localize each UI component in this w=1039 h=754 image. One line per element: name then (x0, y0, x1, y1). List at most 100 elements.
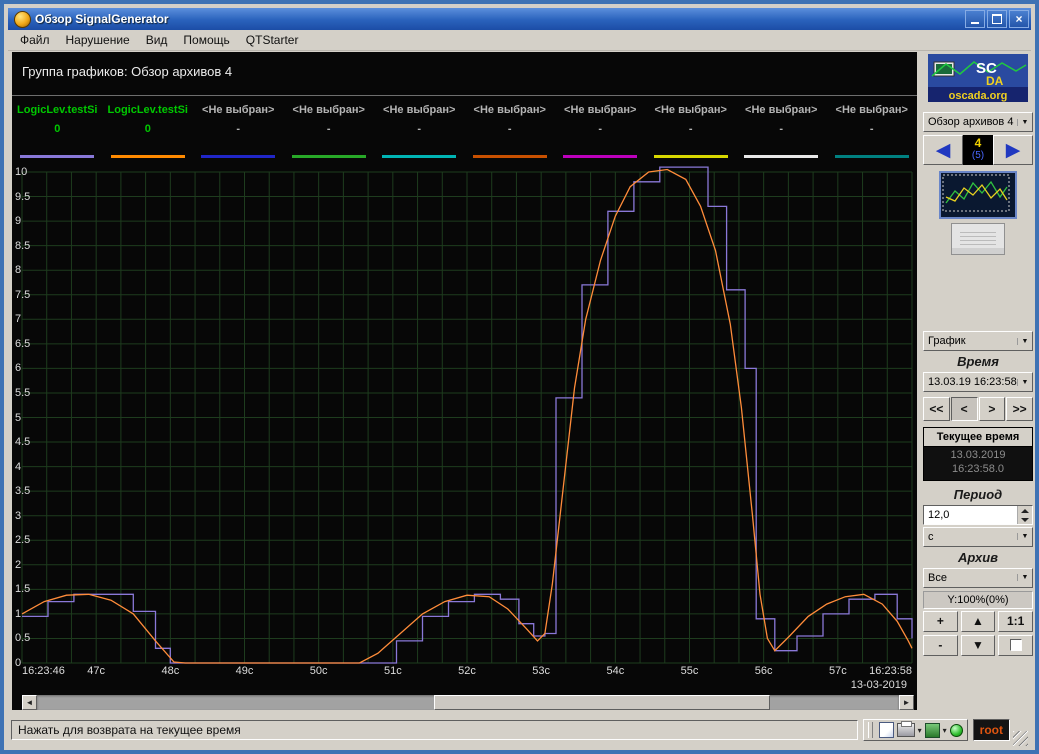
system-tray: ▾ ▾ (863, 719, 968, 741)
menu-help[interactable]: Помощь (175, 31, 237, 49)
legend-cell[interactable]: <Не выбран> - (555, 96, 646, 164)
legend-cell[interactable]: <Не выбран> - (736, 96, 827, 164)
page-indicator: 4 (5) (963, 135, 993, 165)
status-message: Нажать для возврата на текущее время (11, 720, 858, 740)
archive-group-value: Обзор архивов 4 (928, 116, 1017, 128)
legend-signal-name: <Не выбран> (374, 104, 465, 116)
fit-toggle-button[interactable] (998, 635, 1033, 656)
prev-page-button[interactable]: ◀ (923, 135, 963, 165)
tray-handle[interactable] (868, 722, 873, 738)
time-navigation: << < > >> (923, 397, 1033, 421)
legend-color-bar (563, 155, 637, 158)
zoom-in-button[interactable]: + (923, 611, 958, 632)
menu-qtstarter[interactable]: QTStarter (238, 31, 307, 49)
legend-cell[interactable]: <Не выбран>- (193, 96, 284, 164)
chart-horizontal-scrollbar[interactable]: ◄ ► (22, 695, 914, 710)
zoom-controls: + ▲ 1:1 - ▼ (923, 611, 1033, 656)
legend-cell[interactable]: <Не выбран>- (465, 96, 556, 164)
chevron-down-icon: ▼ (1017, 119, 1032, 126)
scroll-thumb[interactable] (434, 695, 770, 710)
graph-group-title: Группа графиков: Обзор архивов 4 (12, 52, 917, 96)
printer-icon[interactable] (897, 723, 915, 737)
time-back-button[interactable]: < (951, 397, 978, 421)
period-spinbox[interactable]: 12,0 (923, 505, 1033, 525)
scroll-left-button[interactable]: ◄ (22, 695, 37, 710)
view-mode-select[interactable]: График ▼ (923, 331, 1033, 351)
period-value: 12,0 (924, 506, 1017, 524)
next-page-button[interactable]: ▶ (993, 135, 1033, 165)
legend-cell[interactable]: LogicLev.testSi0 (12, 96, 103, 164)
legend-signal-value: - (555, 123, 646, 135)
legend-cell[interactable]: LogicLev.testSi0 (103, 96, 194, 164)
scroll-right-button[interactable]: ► (899, 695, 914, 710)
current-date-value: 13.03.2019 (924, 449, 1032, 463)
left-arrow-icon: ◀ (936, 141, 951, 160)
zoom-out-button[interactable]: - (923, 635, 958, 656)
legend-color-bar (744, 155, 818, 158)
chevron-down-icon: ▼ (1017, 338, 1032, 345)
legend-signal-name: <Не выбран> (465, 104, 556, 116)
archive-group-select[interactable]: Обзор архивов 4 ▼ (923, 112, 1033, 132)
spin-down-icon[interactable] (1018, 515, 1032, 524)
legend-signal-value: - (736, 123, 827, 135)
time-fast-back-button[interactable]: << (923, 397, 950, 421)
oscada-logo-image: SC DA oscada.org (928, 54, 1028, 102)
oscada-logo: SC DA oscada.org (928, 54, 1028, 102)
legend-color-bar (20, 155, 94, 158)
legend-signal-name: <Не выбран> (555, 104, 646, 116)
legend-signal-name: LogicLev.testSi (103, 104, 194, 116)
legend-cell[interactable]: <Не выбран>- (284, 96, 375, 164)
window-title: Обзор SignalGenerator (35, 12, 963, 26)
thumbnail-document[interactable] (951, 223, 1005, 255)
legend-signal-value: - (827, 123, 918, 135)
period-unit-select[interactable]: с ▼ (923, 527, 1033, 547)
time-fast-forward-button[interactable]: >> (1006, 397, 1033, 421)
scroll-track[interactable] (37, 695, 899, 710)
printer-menu-arrow-icon[interactable]: ▾ (918, 726, 922, 735)
close-icon: × (1015, 13, 1022, 25)
legend-signal-name: <Не выбран> (827, 104, 918, 116)
legend-cell[interactable]: <Не выбран> - (827, 96, 918, 164)
archive-select[interactable]: Все ▼ (923, 568, 1033, 588)
status-led-icon (950, 724, 963, 737)
menu-file[interactable]: Файл (12, 31, 58, 49)
chart-area[interactable]: 13-03-2019 00.511.522.533.544.555.566.57… (12, 164, 917, 695)
menu-violation[interactable]: Нарушение (58, 31, 138, 49)
archivator-icon[interactable] (925, 723, 940, 738)
legend-color-bar (201, 155, 275, 158)
user-indicator: root (973, 719, 1010, 741)
legend-cell[interactable]: <Не выбран>- (374, 96, 465, 164)
menu-view[interactable]: Вид (138, 31, 176, 49)
time-forward-button[interactable]: > (979, 397, 1006, 421)
legend-signal-name: <Не выбран> (736, 104, 827, 116)
legend-color-bar (473, 155, 547, 158)
signal-legend: LogicLev.testSi0LogicLev.testSi0 <Не выбр… (12, 96, 917, 164)
title-bar[interactable]: Обзор SignalGenerator × (8, 8, 1031, 30)
legend-cell[interactable]: <Не выбран>- (646, 96, 737, 164)
maximize-icon (992, 14, 1002, 24)
archive-select-value: Все (928, 572, 1017, 584)
svg-text:oscada.org: oscada.org (949, 90, 1008, 102)
close-button[interactable]: × (1009, 10, 1029, 28)
reset-scale-button[interactable]: 1:1 (998, 611, 1033, 632)
chevron-down-icon: ▼ (1017, 379, 1032, 386)
minimize-button[interactable] (965, 10, 985, 28)
legend-color-bar (382, 155, 456, 158)
spin-up-icon[interactable] (1018, 506, 1032, 515)
shift-up-button[interactable]: ▲ (961, 611, 996, 632)
current-page: 4 (963, 137, 993, 150)
total-pages: (5) (963, 150, 993, 161)
archivator-menu-arrow-icon[interactable]: ▾ (943, 726, 947, 735)
period-unit-value: с (928, 531, 1017, 543)
control-sidebar: SC DA oscada.org Обзор архивов 4 ▼ ◀ 4 (… (921, 52, 1035, 710)
time-select[interactable]: 13.03.19 16:23:58 ▼ (923, 372, 1033, 392)
shift-down-button[interactable]: ▼ (961, 635, 996, 656)
maximize-button[interactable] (987, 10, 1007, 28)
right-arrow-icon: ▶ (1006, 141, 1021, 160)
legend-signal-value: - (646, 123, 737, 135)
document-icon[interactable] (879, 722, 894, 738)
resize-grip[interactable] (1013, 731, 1028, 746)
menu-bar: Файл Нарушение Вид Помощь QTStarter (8, 30, 1031, 51)
thumbnail-graph-selected[interactable] (939, 171, 1017, 219)
page-thumbnails (923, 171, 1033, 255)
